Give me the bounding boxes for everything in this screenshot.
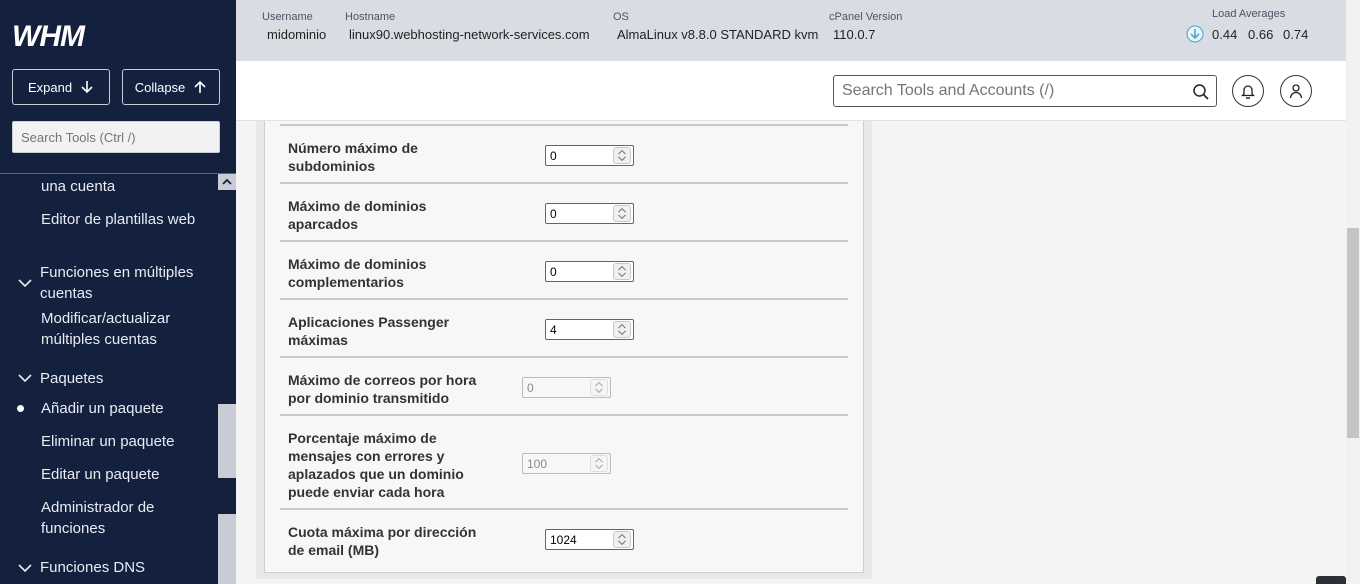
load-averages-label: Load Averages bbox=[1212, 8, 1286, 20]
active-indicator-icon bbox=[17, 405, 24, 412]
sidebar-item-edit-package[interactable]: Editar un paquete bbox=[41, 464, 211, 485]
max-email-quota-input[interactable]: 1024 bbox=[545, 529, 634, 550]
spinner-arrows-icon[interactable] bbox=[613, 321, 631, 338]
max-passenger-apps-value: 4 bbox=[550, 323, 557, 337]
max-emails-per-hour-label: Máximo de correos por hora por dominio t… bbox=[288, 372, 477, 406]
load-down-icon bbox=[1186, 25, 1204, 43]
user-menu-button[interactable] bbox=[1280, 75, 1312, 107]
scroll-up-icon[interactable] bbox=[222, 177, 232, 187]
row-divider bbox=[280, 298, 848, 300]
expand-label: Expand bbox=[27, 79, 73, 95]
max-defer-fail-percentage-label: Porcentaje máximo de mensajes con errore… bbox=[288, 430, 464, 500]
chevron-down-icon[interactable] bbox=[18, 373, 32, 383]
spinner-arrows-icon[interactable] bbox=[613, 147, 631, 164]
sidebar-scrollbar[interactable] bbox=[218, 174, 236, 584]
bell-icon bbox=[1241, 85, 1255, 99]
max-subdomains-label: Número máximo de subdominios bbox=[288, 140, 418, 174]
sidebar-item-feature-manager[interactable]: Administrador de funciones bbox=[41, 497, 211, 539]
sidebar-item-add-package[interactable]: Añadir un paquete bbox=[41, 398, 211, 419]
hostname-label: Hostname bbox=[345, 11, 396, 23]
max-parked-domains-label: Máximo de dominios aparcados bbox=[288, 198, 427, 232]
row-divider bbox=[280, 508, 848, 510]
page-scroll-thumb[interactable] bbox=[1347, 228, 1359, 438]
username-value: midominio bbox=[267, 27, 327, 42]
max-email-quota-label: Cuota máxima por dirección de email (MB) bbox=[288, 524, 477, 558]
row-divider bbox=[280, 414, 848, 416]
sidebar-group-dns[interactable]: Funciones DNS bbox=[40, 557, 210, 578]
load-average-15: 0.74 bbox=[1283, 27, 1309, 42]
whm-logo[interactable]: WHM bbox=[12, 18, 108, 52]
max-passenger-apps-label: Aplicaciones Passenger máximas bbox=[288, 314, 450, 348]
max-defer-fail-percentage-value: 100 bbox=[527, 457, 548, 471]
arrow-down-icon bbox=[81, 81, 93, 94]
svg-text:WHM: WHM bbox=[12, 20, 86, 52]
max-subdomains-value: 0 bbox=[550, 149, 557, 163]
sidebar-group-packages[interactable]: Paquetes bbox=[40, 368, 210, 389]
user-icon bbox=[1289, 84, 1303, 99]
sidebar-group-multi-account[interactable]: Funciones en múltiples cuentas bbox=[40, 262, 210, 304]
max-defer-fail-percentage-input[interactable]: 100 bbox=[522, 453, 611, 474]
spinner-arrows-icon[interactable] bbox=[613, 531, 631, 548]
max-addon-domains-input[interactable]: 0 bbox=[545, 261, 634, 282]
search-icon[interactable] bbox=[1192, 83, 1210, 101]
chevron-down-icon[interactable] bbox=[18, 278, 32, 288]
cpanel-version-label: cPanel Version bbox=[829, 11, 903, 23]
sidebar-item-delete-package[interactable]: Eliminar un paquete bbox=[41, 431, 211, 452]
sidebar-scroll-thumb[interactable] bbox=[218, 190, 236, 404]
row-divider bbox=[280, 124, 848, 126]
notifications-button[interactable] bbox=[1232, 75, 1264, 107]
max-addon-domains-label: Máximo de dominios complementarios bbox=[288, 256, 427, 290]
max-subdomains-input[interactable]: 0 bbox=[545, 145, 634, 166]
max-addon-domains-value: 0 bbox=[550, 265, 557, 279]
max-email-quota-value: 1024 bbox=[550, 533, 577, 547]
sidebar: WHM Expand Collapse una cuenta Editor de… bbox=[0, 0, 236, 584]
max-emails-per-hour-value: 0 bbox=[527, 381, 534, 395]
max-parked-domains-input[interactable]: 0 bbox=[545, 203, 634, 224]
load-average-1: 0.44 bbox=[1212, 27, 1238, 42]
chevron-down-icon[interactable] bbox=[18, 563, 32, 573]
arrow-up-icon bbox=[194, 80, 206, 93]
max-passenger-apps-input[interactable]: 4 bbox=[545, 319, 634, 340]
username-label: Username bbox=[262, 11, 313, 23]
row-divider bbox=[280, 182, 848, 184]
search-tools-accounts-input[interactable] bbox=[833, 75, 1217, 107]
load-average-5: 0.66 bbox=[1248, 27, 1274, 42]
spinner-arrows-icon[interactable] bbox=[613, 205, 631, 222]
sidebar-search-input[interactable] bbox=[12, 121, 220, 153]
expand-button[interactable]: Expand bbox=[12, 69, 110, 105]
sidebar-item-web-template-editor[interactable]: Editor de plantillas web bbox=[41, 209, 211, 230]
hostname-value: linux90.webhosting-network-services.com bbox=[349, 27, 590, 42]
max-parked-domains-value: 0 bbox=[550, 207, 557, 221]
sidebar-scroll-segment bbox=[218, 478, 236, 514]
cpanel-version-value: 110.0.7 bbox=[833, 27, 876, 42]
os-value: AlmaLinux v8.8.0 STANDARD kvm bbox=[617, 27, 819, 42]
collapse-button[interactable]: Collapse bbox=[122, 69, 220, 105]
sidebar-item-modify-multi-accounts[interactable]: Modificar/actualizar múltiples cuentas bbox=[41, 308, 211, 350]
sidebar-item-create-account[interactable]: una cuenta bbox=[41, 176, 211, 197]
spinner-arrows-icon[interactable] bbox=[613, 263, 631, 280]
sidebar-divider bbox=[0, 173, 236, 174]
row-divider bbox=[280, 240, 848, 242]
page-scrollbar[interactable] bbox=[1346, 0, 1360, 584]
corner-widget bbox=[1316, 576, 1346, 584]
max-emails-per-hour-input[interactable]: 0 bbox=[522, 377, 611, 398]
row-divider bbox=[280, 356, 848, 358]
collapse-label: Collapse bbox=[134, 79, 186, 95]
spinner-arrows-icon[interactable] bbox=[590, 455, 608, 472]
os-label: OS bbox=[613, 11, 629, 23]
spinner-arrows-icon[interactable] bbox=[590, 379, 608, 396]
